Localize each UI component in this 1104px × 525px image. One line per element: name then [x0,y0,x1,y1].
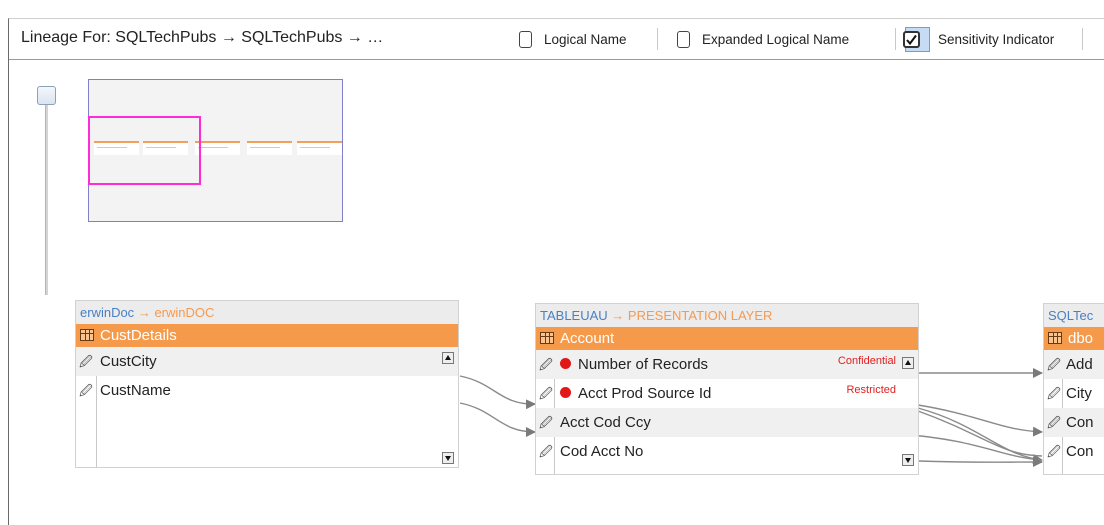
key-icon: 🖉 [539,357,553,372]
card-breadcrumb: erwinDoc → erwinDOC [76,301,458,324]
column-row[interactable]: 🖉 Add [1044,350,1104,379]
column-row[interactable]: 🖉 Number of Records Confidential [536,350,918,379]
crumb-target: PRESENTATION LAYER [627,308,773,323]
crumb-source: TABLEUAU [540,308,608,323]
connector-custname-acctcod [459,402,536,437]
key-icon: 🖉 [1047,415,1061,430]
connector-codacct-con [917,457,1043,468]
crumb-source: SQLTec [1048,308,1094,323]
key-icon: 🖉 [79,354,93,369]
column-name: CustCity [100,353,157,370]
key-icon: 🖉 [1047,386,1061,401]
scroll-up-button[interactable] [902,357,914,369]
column-name: Number of Records [578,356,709,373]
lineage-card-dbo[interactable]: SQLTec dbo 🖉 Add 🖉 City 🖉 Con 🖉 Con [1043,303,1104,475]
column-row[interactable]: 🖉 City [1044,379,1104,408]
sensitivity-label: Restricted [846,384,896,396]
table-name: Account [560,330,615,347]
sensitivity-dot-icon [560,387,571,398]
card-breadcrumb: SQLTec [1044,304,1104,327]
connector-acctcod-con [899,433,1043,461]
connector-acctprod-con2 [917,407,1043,464]
scroll-down-button[interactable] [442,452,454,464]
crumb-arrow: → [611,308,625,323]
crumb-target: erwinDOC [154,305,215,320]
table-name: CustDetails [100,327,177,344]
column-row[interactable]: 🖉 Acct Cod Ccy [536,408,918,437]
scroll-down-button[interactable] [902,454,914,466]
column-row[interactable]: 🖉 Con [1044,408,1104,437]
column-name: City [1066,385,1092,402]
column-row[interactable]: 🖉 Con [1044,437,1104,466]
card-table-header[interactable]: Account [536,327,918,350]
column-row[interactable]: 🖉 Acct Prod Source Id Restricted [536,379,918,408]
crumb-source: erwinDoc [80,305,135,320]
card-table-header[interactable]: dbo [1044,327,1104,350]
scroll-up-button[interactable] [442,352,454,364]
key-icon: 🖉 [539,386,553,401]
lineage-card-account[interactable]: TABLEUAU → PRESENTATION LAYER Account 🖉 … [535,303,919,475]
column-name: Con [1066,414,1094,431]
column-name: Con [1066,443,1094,460]
column-row[interactable]: 🖉 CustCity [76,347,458,376]
column-row[interactable]: 🖉 CustName [76,376,458,405]
key-icon: 🖉 [1047,444,1061,459]
key-icon: 🖉 [1047,357,1061,372]
card-table-header[interactable]: CustDetails [76,324,458,347]
sensitivity-label: Confidential [837,355,896,367]
table-icon [80,329,94,341]
column-name: Add [1066,356,1093,373]
key-icon: 🖉 [539,444,553,459]
column-name: Acct Prod Source Id [578,385,712,402]
column-name: Cod Acct No [560,443,644,460]
lineage-card-custdetails[interactable]: erwinDoc → erwinDOC CustDetails 🖉 CustCi… [75,300,459,468]
crumb-arrow: → [137,305,151,320]
card-breadcrumb: TABLEUAU → PRESENTATION LAYER [536,304,918,327]
table-name: dbo [1068,330,1094,347]
column-name: Acct Cod Ccy [560,414,651,431]
column-row[interactable]: 🖉 Cod Acct No [536,437,918,466]
column-name: CustName [100,382,171,399]
sensitivity-dot-icon [560,358,571,369]
table-icon [1048,332,1062,344]
key-icon: 🖉 [79,383,93,398]
key-icon: 🖉 [539,415,553,430]
connector-custcity-acctprod [459,375,536,410]
table-icon [540,332,554,344]
